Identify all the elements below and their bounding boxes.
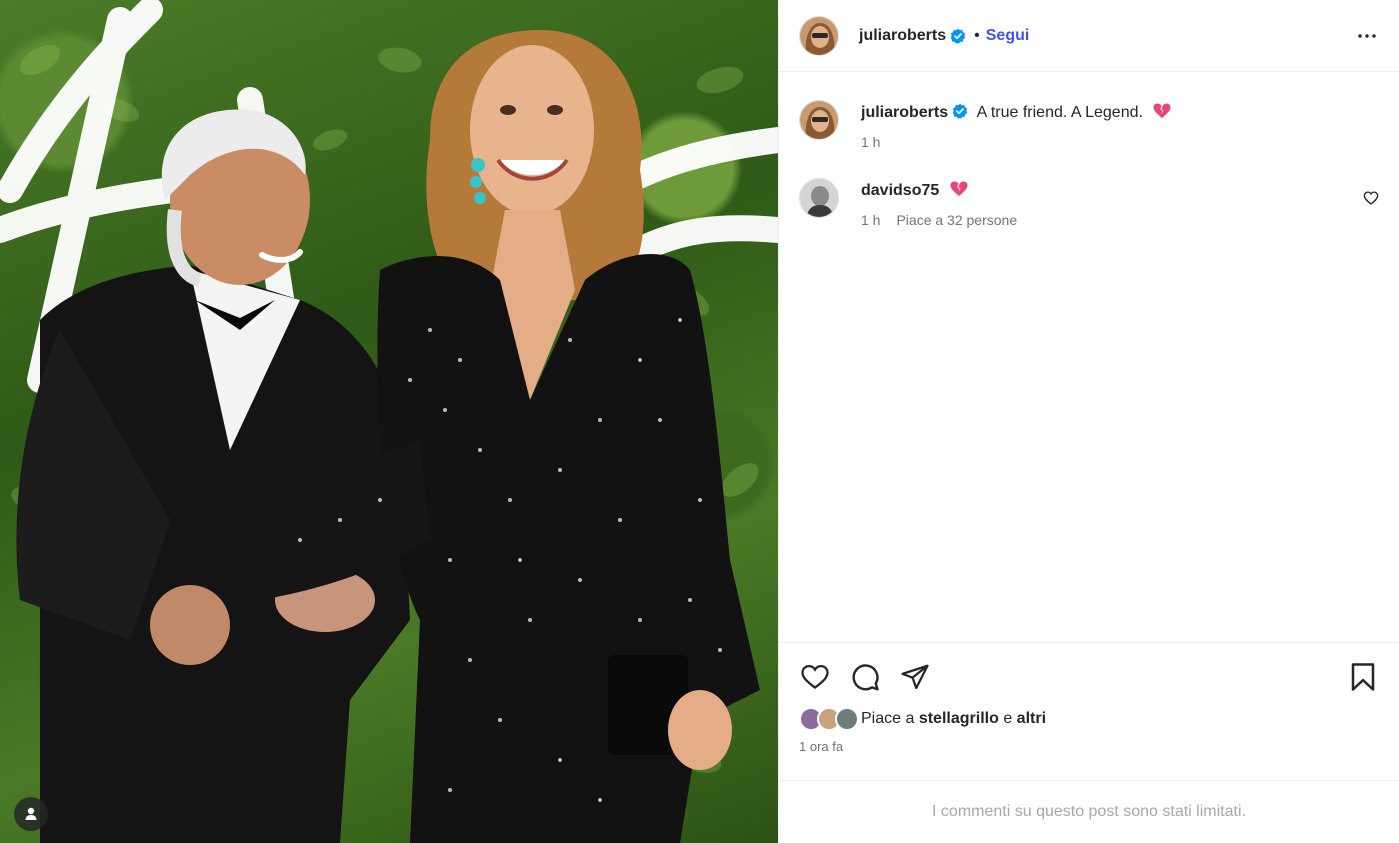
caption-username[interactable]: juliaroberts <box>861 104 948 121</box>
likes-others-link[interactable]: altri <box>1017 710 1046 728</box>
likes-conj: e <box>1003 710 1013 727</box>
post-photo[interactable] <box>0 0 778 843</box>
follow-button[interactable]: Segui <box>986 27 1030 45</box>
broken-heart-icon <box>950 181 968 197</box>
verified-badge-icon <box>952 103 968 119</box>
share-send-icon[interactable] <box>899 661 931 693</box>
likes-user-link[interactable]: stellagrillo <box>919 710 999 728</box>
commenter-username[interactable]: davidso75 <box>861 182 939 199</box>
likes-prefix: Piace a <box>861 710 915 727</box>
liker-avatars[interactable] <box>799 707 859 731</box>
like-heart-icon[interactable] <box>799 661 831 693</box>
post-side-panel: juliaroberts • Segui juliaroberts A true… <box>778 0 1399 843</box>
header-separator: • <box>974 26 980 44</box>
post-time[interactable]: 1 ora fa <box>799 739 1379 754</box>
post-header: juliaroberts • Segui <box>779 0 1399 72</box>
caption-avatar[interactable] <box>799 100 839 140</box>
verified-badge-icon <box>950 28 966 44</box>
more-options-icon[interactable] <box>1355 24 1379 48</box>
caption: juliaroberts A true friend. A Legend. 1 … <box>799 100 1379 150</box>
tagged-users-button[interactable] <box>14 797 48 831</box>
comments-limited-notice: I commenti su questo post sono stati lim… <box>779 780 1399 843</box>
author-avatar[interactable] <box>799 15 839 56</box>
comment-like-heart-icon[interactable] <box>1363 190 1379 206</box>
commenter-avatar[interactable] <box>799 178 839 218</box>
person-icon <box>25 807 37 820</box>
broken-heart-icon <box>1153 103 1171 119</box>
caption-time: 1 h <box>861 134 881 150</box>
post-actions: Piace a stellagrillo e altri 1 ora fa <box>779 642 1399 780</box>
comment-time: 1 h <box>861 212 881 228</box>
instagram-post: juliaroberts • Segui juliaroberts A true… <box>0 0 1399 843</box>
comments-list: juliaroberts A true friend. A Legend. 1 … <box>779 72 1399 642</box>
likes-summary: Piace a stellagrillo e altri <box>799 707 1379 731</box>
photo-scene <box>0 0 778 843</box>
comment-likes-link[interactable]: Piace a 32 persone <box>896 212 1017 228</box>
comment-item: davidso75 1 h Piace a 32 persone <box>799 178 1379 228</box>
save-bookmark-icon[interactable] <box>1347 661 1379 693</box>
caption-text: A true friend. A Legend. <box>976 104 1143 121</box>
comment-bubble-icon[interactable] <box>849 661 881 693</box>
author-username[interactable]: juliaroberts <box>859 27 946 45</box>
